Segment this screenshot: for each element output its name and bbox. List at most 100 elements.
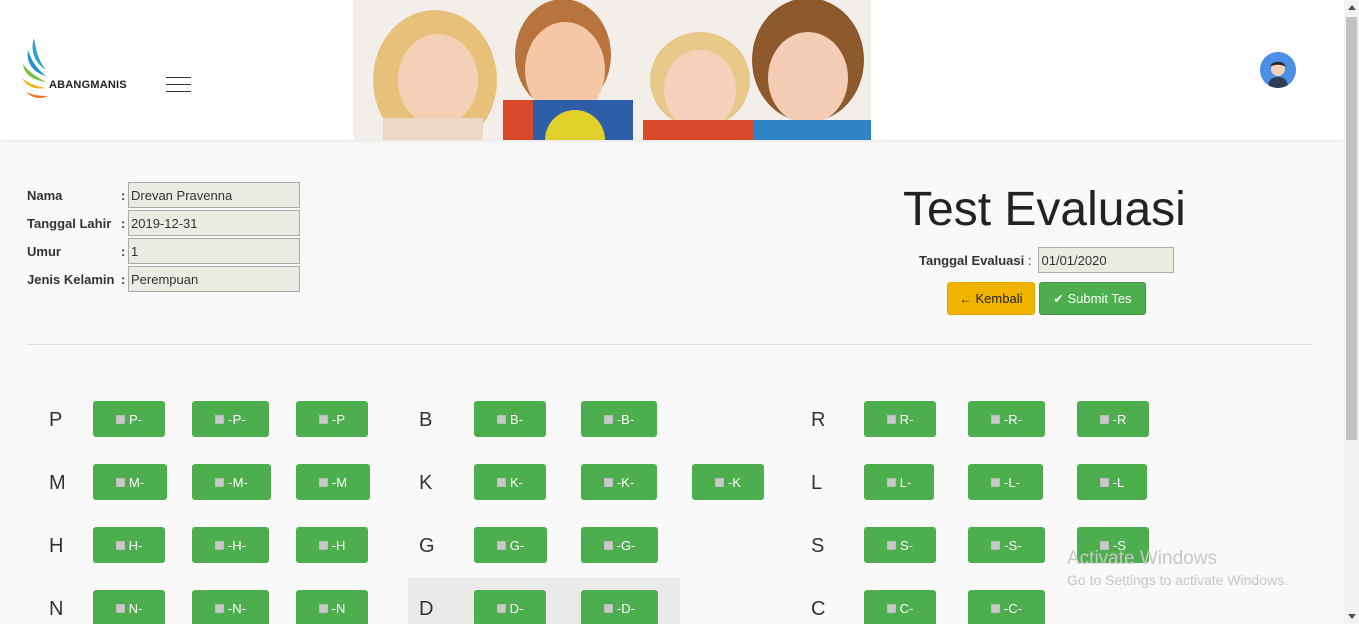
watermark-title: Activate Windows [1067, 548, 1217, 569]
sound-button-g-initial[interactable]: G- [474, 527, 547, 563]
arrow-left-icon: ← [959, 291, 972, 306]
sound-button-p-final[interactable]: -P [296, 401, 368, 437]
sound-button-c-medial[interactable]: -C- [968, 590, 1045, 624]
checkbox-icon [215, 414, 225, 424]
checkbox-icon [886, 414, 896, 424]
letter-n: N [49, 598, 64, 620]
letter-l: L [811, 472, 823, 494]
sound-button-r-initial[interactable]: R- [864, 401, 936, 437]
sound-button-n-medial[interactable]: -N- [192, 590, 269, 624]
brand-name: ABANGMANIS [49, 79, 127, 91]
sound-button-h-final[interactable]: -H [296, 527, 368, 563]
scroll-up-arrow-icon[interactable] [1348, 5, 1356, 10]
checkbox-icon [214, 603, 224, 613]
info-row-umur: Umur : [27, 238, 300, 264]
checkbox-icon [990, 603, 1000, 613]
checkbox-icon [1099, 414, 1109, 424]
tanggal-evaluasi-field[interactable] [1037, 247, 1174, 273]
jenis-kelamin-label: Jenis Kelamin [27, 271, 115, 287]
checkbox-icon [603, 414, 613, 424]
checkbox-icon [603, 540, 613, 550]
sound-button-b-initial[interactable]: B- [474, 401, 546, 437]
checkbox-icon [603, 603, 613, 613]
sound-button-r-final[interactable]: -R [1077, 401, 1149, 437]
checkbox-icon [886, 477, 896, 487]
colon: : [121, 243, 126, 259]
checkbox-icon [318, 477, 328, 487]
submit-tes-label: Submit Tes [1067, 291, 1132, 306]
sound-button-g-medial[interactable]: -G- [581, 527, 658, 563]
sound-button-h-medial[interactable]: -H- [192, 527, 269, 563]
checkbox-icon [496, 603, 506, 613]
sound-button-p-medial[interactable]: -P- [192, 401, 269, 437]
letter-h: H [49, 535, 64, 557]
sound-button-l-initial[interactable]: L- [864, 464, 934, 500]
user-avatar-icon[interactable] [1260, 52, 1296, 88]
checkbox-icon [115, 540, 125, 550]
sound-button-d-initial[interactable]: D- [474, 590, 546, 624]
letter-b: B [419, 409, 433, 431]
page-scrollbar[interactable] [1344, 0, 1359, 624]
checkbox-icon [887, 540, 896, 550]
nama-field[interactable] [128, 182, 300, 208]
scroll-thumb[interactable] [1346, 17, 1357, 440]
letter-d: D [419, 598, 434, 620]
checkbox-icon [990, 414, 1000, 424]
check-icon: ✔ [1053, 291, 1064, 306]
tanggal-evaluasi-label: Tanggal Evaluasi : [919, 252, 1032, 268]
checkbox-icon [991, 540, 1001, 550]
sound-button-b-medial[interactable]: -B- [581, 401, 657, 437]
sound-button-n-final[interactable]: -N [296, 590, 368, 624]
checkbox-icon [214, 540, 224, 550]
checkbox-icon [116, 414, 125, 424]
kembali-button[interactable]: ← Kembali [947, 282, 1035, 315]
checkbox-icon [991, 477, 1001, 487]
umur-field[interactable] [128, 238, 300, 264]
tanggal-lahir-field[interactable] [128, 210, 300, 236]
sound-button-d-medial[interactable]: -D- [581, 590, 658, 624]
checkbox-icon [886, 603, 896, 613]
page-title: Test Evaluasi [903, 183, 1186, 236]
banner-image [353, 0, 871, 140]
sound-button-s-initial[interactable]: S- [864, 527, 936, 563]
sound-button-k-medial[interactable]: -K- [581, 464, 657, 500]
checkbox-icon [319, 414, 328, 424]
brand-logo[interactable] [20, 36, 140, 108]
sound-button-s-medial[interactable]: -S- [968, 527, 1045, 563]
checkbox-icon [115, 603, 125, 613]
sound-button-l-medial[interactable]: -L- [968, 464, 1043, 500]
checkbox-icon [318, 603, 328, 613]
watermark-subtitle: Go to Settings to activate Windows. [1067, 572, 1288, 588]
sound-button-k-initial[interactable]: K- [474, 464, 546, 500]
sound-button-r-medial[interactable]: -R- [968, 401, 1045, 437]
hamburger-menu-icon[interactable] [166, 77, 191, 93]
submit-tes-button[interactable]: ✔ Submit Tes [1039, 282, 1146, 315]
sound-button-p-initial[interactable]: P- [93, 401, 165, 437]
sound-button-m-final[interactable]: -M [296, 464, 370, 500]
scroll-down-arrow-icon[interactable] [1348, 614, 1356, 619]
tanggal-evaluasi-row: Tanggal Evaluasi : [919, 247, 1174, 273]
top-header: ABANGMANIS [0, 0, 1344, 140]
sound-button-n-initial[interactable]: N- [93, 590, 165, 624]
info-row-jenis-kelamin: Jenis Kelamin : [27, 266, 300, 292]
checkbox-icon [603, 477, 613, 487]
jenis-kelamin-field[interactable] [128, 266, 300, 292]
kembali-label: Kembali [975, 291, 1023, 306]
letter-g: G [419, 535, 435, 557]
letter-r: R [811, 409, 826, 431]
sound-button-k-final[interactable]: -K [692, 464, 764, 500]
sound-button-l-final[interactable]: -L [1077, 464, 1147, 500]
letter-k: K [419, 472, 433, 494]
letter-m: M [49, 472, 66, 494]
colon: : [121, 215, 126, 231]
sound-button-m-medial[interactable]: -M- [192, 464, 271, 500]
checkbox-icon [715, 477, 724, 487]
umur-label: Umur [27, 243, 61, 259]
sound-button-m-initial[interactable]: M- [93, 464, 167, 500]
sound-button-c-initial[interactable]: C- [864, 590, 936, 624]
info-row-nama: Nama : [27, 182, 300, 208]
windows-activation-watermark: Activate Windows Go to Settings to activ… [1067, 548, 1288, 588]
checkbox-icon [497, 414, 506, 424]
sound-button-h-initial[interactable]: H- [93, 527, 165, 563]
checkbox-icon [318, 540, 328, 550]
